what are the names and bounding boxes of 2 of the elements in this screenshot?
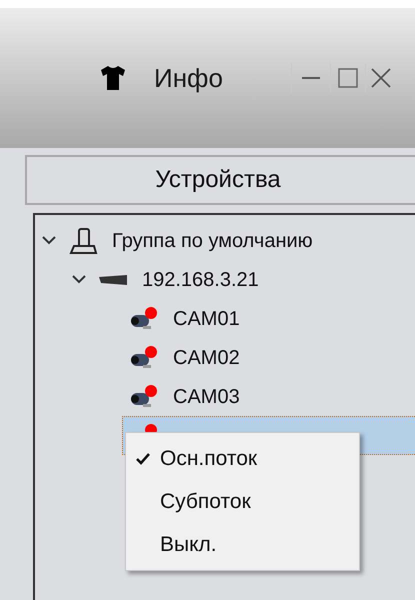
panel-header: Устройства bbox=[25, 155, 415, 205]
window-title: Инфо bbox=[154, 62, 223, 94]
